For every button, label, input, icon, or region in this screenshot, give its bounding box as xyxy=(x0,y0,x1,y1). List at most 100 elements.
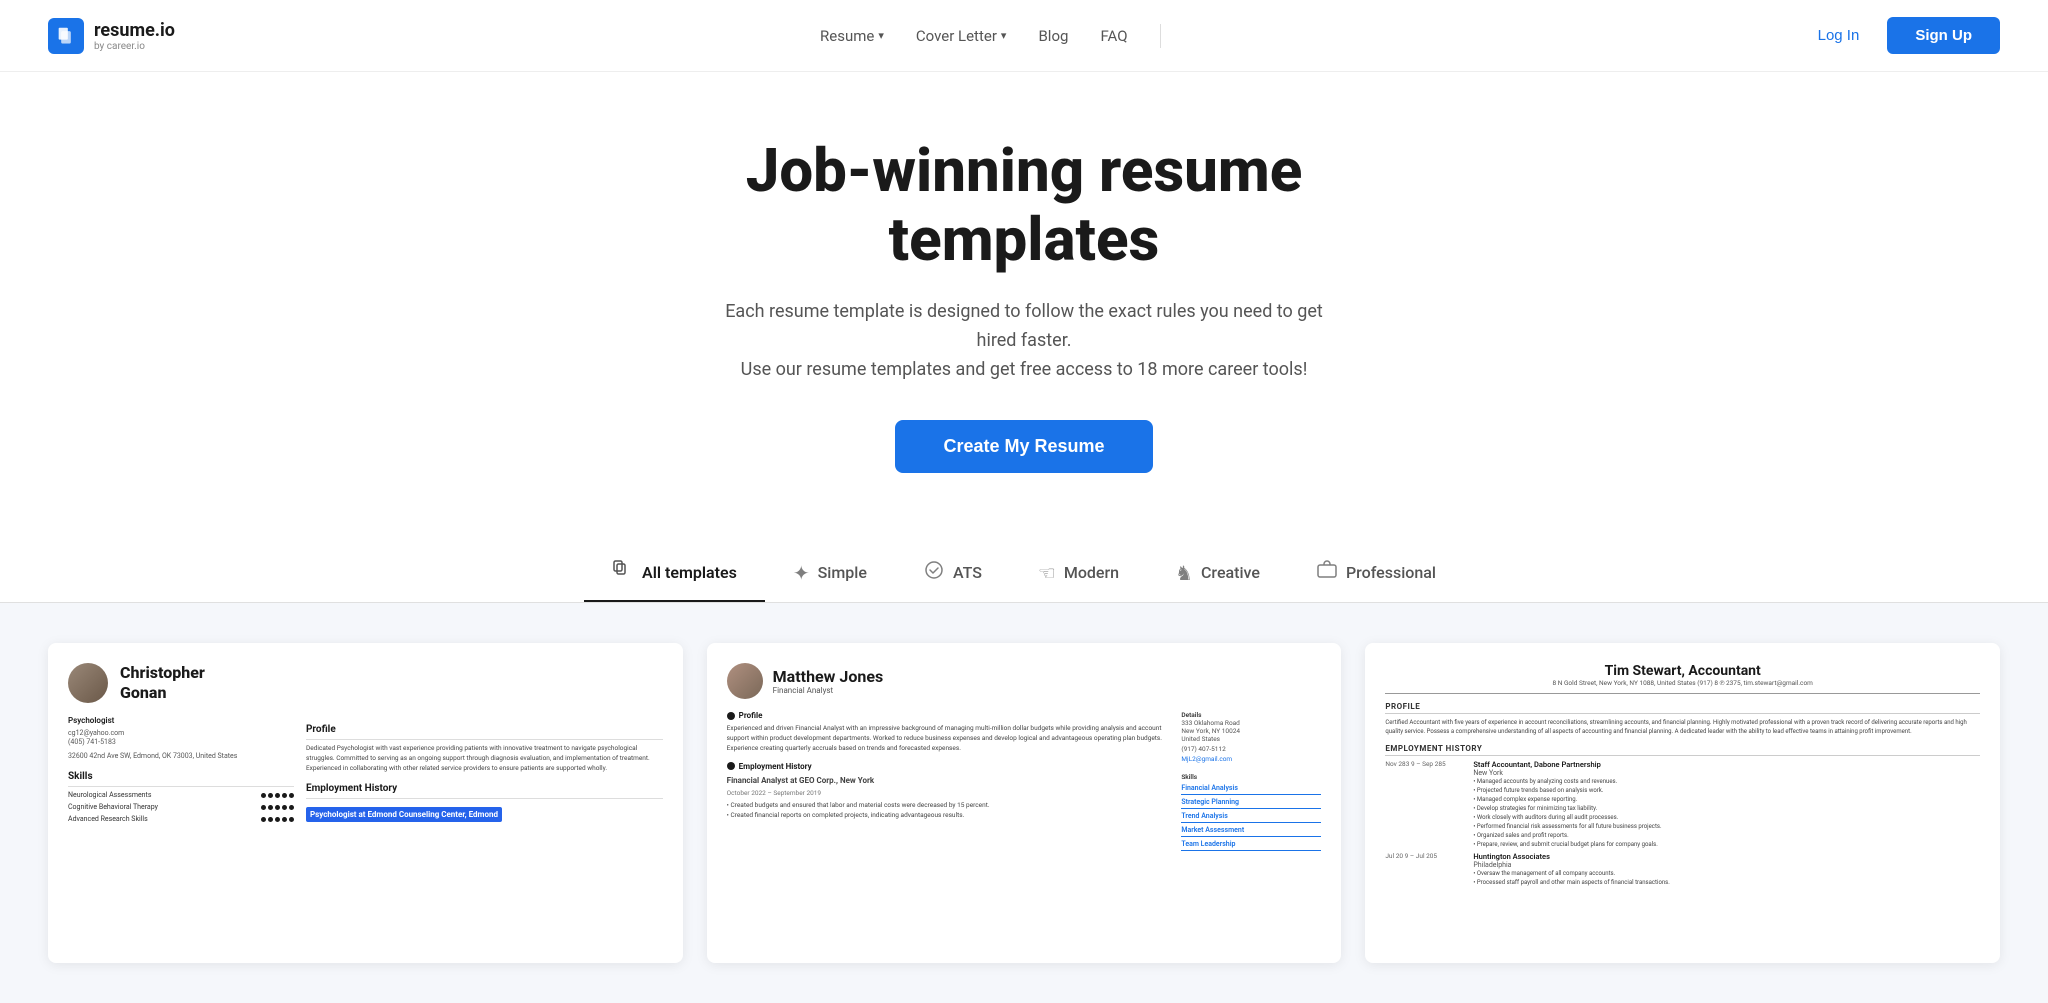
resume1-role: Psychologist xyxy=(68,715,294,726)
resume-preview-2: Matthew Jones Financial Analyst Profile … xyxy=(707,643,1342,963)
template-card-christopher[interactable]: ChristopherGonan Psychologist cg12@yahoo… xyxy=(48,643,683,963)
resume-preview-1: ChristopherGonan Psychologist cg12@yahoo… xyxy=(48,643,683,963)
nav-divider xyxy=(1160,24,1161,48)
nav-resume[interactable]: Resume ▾ xyxy=(820,27,884,45)
resume2-employment-section: Employment History Financial Analyst at … xyxy=(727,762,1166,821)
skill-financial-analysis: Financial Analysis xyxy=(1181,784,1321,795)
resume1-employment-title: Employment History xyxy=(306,782,663,799)
resume3-profile-text: Certified Accountant with five years of … xyxy=(1385,718,1980,736)
resume2-job-title: Financial Analyst at GEO Corp., New York xyxy=(727,775,1166,787)
template-card-tim[interactable]: Tim Stewart, Accountant 8 N Gold Street,… xyxy=(1365,643,2000,963)
ats-icon xyxy=(923,559,945,586)
resume2-profile-title: Profile xyxy=(727,711,1166,720)
skill-market-assessment: Market Assessment xyxy=(1181,826,1321,837)
tab-simple[interactable]: ✦ Simple xyxy=(765,547,895,601)
logo-text: resume.io by career.io xyxy=(94,20,175,52)
skill-trend-analysis: Trend Analysis xyxy=(1181,812,1321,823)
resume2-details-label: Details xyxy=(1181,711,1321,719)
resume3-job1-dates: Nov 283 9 – Sep 285 xyxy=(1385,760,1465,849)
hero-section: Job-winning resume templates Each resume… xyxy=(0,72,2048,513)
chevron-down-icon: ▾ xyxy=(878,29,884,42)
tab-ats[interactable]: ATS xyxy=(895,545,1010,602)
resume3-job2: Jul 20 9 – Jul 205 Huntington Associates… xyxy=(1385,852,1980,887)
resume1-skills-title: Skills xyxy=(68,770,294,787)
tab-modern[interactable]: ☜ Modern xyxy=(1010,547,1147,601)
resume2-name-block: Matthew Jones Financial Analyst xyxy=(773,667,884,695)
resume2-header: Matthew Jones Financial Analyst xyxy=(727,663,1322,699)
resume3-profile-section: PROFILE Certified Accountant with five y… xyxy=(1385,702,1980,736)
tab-all-templates[interactable]: All templates xyxy=(584,545,765,602)
resume1-current-job: Psychologist at Edmond Counseling Center… xyxy=(306,807,502,822)
resume2-phone: (917) 407-5112 xyxy=(1181,745,1321,753)
hero-subtitle: Each resume template is designed to foll… xyxy=(704,298,1344,384)
resume2-profile-text: Experienced and driven Financial Analyst… xyxy=(727,724,1166,753)
logo[interactable]: resume.io by career.io xyxy=(48,18,175,54)
resume2-name: Matthew Jones xyxy=(773,667,884,686)
all-templates-icon xyxy=(612,559,634,586)
resume1-name-block: ChristopherGonan xyxy=(120,663,205,701)
resume2-top: Matthew Jones Financial Analyst xyxy=(727,663,1322,699)
resume3-job2-content: Huntington Associates Philadelphia • Ove… xyxy=(1473,852,1980,887)
resume1-body: Psychologist cg12@yahoo.com (405) 741-51… xyxy=(68,715,663,826)
skill-neurological: Neurological Assessments xyxy=(68,791,294,801)
resume3-job2-dates: Jul 20 9 – Jul 205 xyxy=(1385,852,1465,887)
tab-professional[interactable]: Professional xyxy=(1288,545,1464,602)
skill-research: Advanced Research Skills xyxy=(68,815,294,825)
resume2-employment-title: Employment History xyxy=(727,762,1166,771)
tab-creative[interactable]: ♞ Creative xyxy=(1147,547,1288,601)
resume3-job1: Nov 283 9 – Sep 285 Staff Accountant, Da… xyxy=(1385,760,1980,849)
resume2-left: Profile Experienced and driven Financial… xyxy=(727,711,1166,854)
logo-icon xyxy=(48,18,84,54)
avatar-christopher xyxy=(68,663,108,703)
resume2-email: MjL2@gmail.com xyxy=(1181,755,1321,763)
resume2-profile-section: Profile Experienced and driven Financial… xyxy=(727,711,1166,753)
navbar: resume.io by career.io Resume ▾ Cover Le… xyxy=(0,0,2048,72)
resume2-role: Financial Analyst xyxy=(773,686,884,695)
resume3-employment-title: EMPLOYMENT HISTORY xyxy=(1385,744,1980,756)
logo-subtitle: by career.io xyxy=(94,41,175,52)
filter-tabs: All templates ✦ Simple ATS ☜ Modern ♞ Cr… xyxy=(574,545,1474,602)
modern-icon: ☜ xyxy=(1038,561,1056,585)
skill-strategic-planning: Strategic Planning xyxy=(1181,798,1321,809)
resume3-name: Tim Stewart, Accountant xyxy=(1385,663,1980,679)
resume2-job-dates: October 2022 – September 2019 xyxy=(727,789,1166,799)
resume3-employment-section: EMPLOYMENT HISTORY Nov 283 9 – Sep 285 S… xyxy=(1385,744,1980,887)
resume1-right: Profile Dedicated Psychologist with vast… xyxy=(306,715,663,826)
resume1-profile-text: Dedicated Psychologist with vast experie… xyxy=(306,744,663,773)
resume-preview-3: Tim Stewart, Accountant 8 N Gold Street,… xyxy=(1365,643,2000,963)
tab-modern-label: Modern xyxy=(1064,563,1119,582)
nav-blog[interactable]: Blog xyxy=(1038,27,1068,45)
resume3-job1-content: Staff Accountant, Dabone Partnership New… xyxy=(1473,760,1980,849)
bullet-icon xyxy=(727,762,735,770)
create-resume-button[interactable]: Create My Resume xyxy=(895,420,1152,473)
professional-icon xyxy=(1316,559,1338,586)
login-button[interactable]: Log In xyxy=(1806,19,1872,52)
resume1-name: ChristopherGonan xyxy=(120,663,205,701)
resume1-phone: (405) 741-5183 xyxy=(68,738,294,748)
chevron-down-icon: ▾ xyxy=(1001,29,1007,42)
logo-title: resume.io xyxy=(94,20,175,41)
tab-creative-label: Creative xyxy=(1201,563,1260,582)
resume1-address: 32600 42nd Ave SW, Edmond, OK 73003, Uni… xyxy=(68,752,294,762)
signup-button[interactable]: Sign Up xyxy=(1887,17,2000,54)
nav-actions: Log In Sign Up xyxy=(1806,17,2000,54)
skill-cbt: Cognitive Behavioral Therapy xyxy=(68,803,294,813)
tab-all-templates-label: All templates xyxy=(642,563,737,582)
resume2-skills-label: Skills xyxy=(1181,773,1321,781)
hero-title: Job-winning resume templates xyxy=(674,136,1374,274)
resume3-contact: 8 N Gold Street, New York, NY 1088, Unit… xyxy=(1385,679,1980,687)
resume2-content: Profile Experienced and driven Financial… xyxy=(727,711,1322,854)
creative-icon: ♞ xyxy=(1175,561,1193,585)
tab-professional-label: Professional xyxy=(1346,563,1436,582)
resume1-left: Psychologist cg12@yahoo.com (405) 741-51… xyxy=(68,715,294,826)
nav-faq[interactable]: FAQ xyxy=(1100,27,1127,45)
nav-cover-letter[interactable]: Cover Letter ▾ xyxy=(916,27,1007,45)
tab-simple-label: Simple xyxy=(818,563,867,582)
templates-section: ChristopherGonan Psychologist cg12@yahoo… xyxy=(0,603,2048,1003)
template-card-matthew[interactable]: Matthew Jones Financial Analyst Profile … xyxy=(707,643,1342,963)
resume1-header: ChristopherGonan xyxy=(68,663,663,703)
resume2-right: Details 333 Oklahoma RoadNew York, NY 10… xyxy=(1181,711,1321,854)
resume2-bullet1: • Created budgets and ensured that labor… xyxy=(727,801,1166,811)
resume3-header: Tim Stewart, Accountant 8 N Gold Street,… xyxy=(1385,663,1980,694)
resume2-address: 333 Oklahoma RoadNew York, NY 10024Unite… xyxy=(1181,719,1321,743)
